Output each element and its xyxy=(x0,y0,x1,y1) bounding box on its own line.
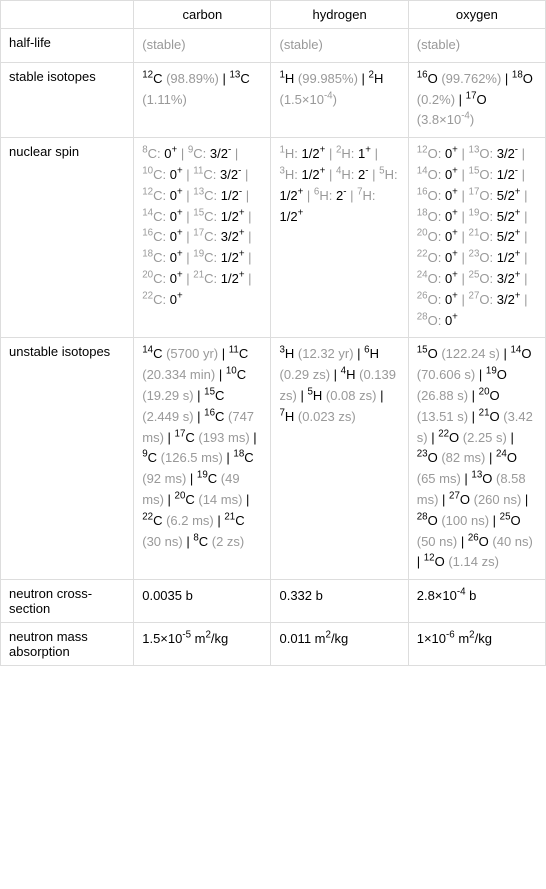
row-label-halflife: half-life xyxy=(1,29,134,63)
cell-nuclear-spin-oxygen: 12O: 0+ | 13O: 3/2- | 14O: 0+ | 15O: 1/2… xyxy=(408,138,545,338)
cell-neutron-mass-absorption-carbon: 1.5×10-5 m2/kg xyxy=(134,623,271,666)
cell-neutron-mass-absorption-hydrogen: 0.011 m2/kg xyxy=(271,623,408,666)
table-header-row: carbon hydrogen oxygen xyxy=(1,1,546,29)
table-row: neutron mass absorption 1.5×10-5 m2/kg 0… xyxy=(1,623,546,666)
cell-neutron-mass-absorption-oxygen: 1×10-6 m2/kg xyxy=(408,623,545,666)
cell-halflife-carbon: (stable) xyxy=(134,29,271,63)
cell-unstable-isotopes-hydrogen: 3H (12.32 yr) | 6H (0.29 zs) | 4H (0.139… xyxy=(271,338,408,580)
table-row: stable isotopes 12C (98.89%) | 13C (1.11… xyxy=(1,62,546,137)
cell-halflife-oxygen: (stable) xyxy=(408,29,545,63)
header-empty xyxy=(1,1,134,29)
row-label-stable-isotopes: stable isotopes xyxy=(1,62,134,137)
table-row: neutron cross-section 0.0035 b 0.332 b 2… xyxy=(1,580,546,623)
row-label-unstable-isotopes: unstable isotopes xyxy=(1,338,134,580)
table-row: half-life (stable) (stable) (stable) xyxy=(1,29,546,63)
row-label-neutron-cross-section: neutron cross-section xyxy=(1,580,134,623)
row-label-neutron-mass-absorption: neutron mass absorption xyxy=(1,623,134,666)
header-carbon: carbon xyxy=(134,1,271,29)
cell-stable-isotopes-hydrogen: 1H (99.985%) | 2H (1.5×10-4) xyxy=(271,62,408,137)
header-oxygen: oxygen xyxy=(408,1,545,29)
cell-neutron-cross-section-hydrogen: 0.332 b xyxy=(271,580,408,623)
cell-stable-isotopes-oxygen: 16O (99.762%) | 18O (0.2%) | 17O (3.8×10… xyxy=(408,62,545,137)
cell-neutron-cross-section-carbon: 0.0035 b xyxy=(134,580,271,623)
cell-halflife-hydrogen: (stable) xyxy=(271,29,408,63)
cell-neutron-cross-section-oxygen: 2.8×10-4 b xyxy=(408,580,545,623)
cell-unstable-isotopes-carbon: 14C (5700 yr) | 11C (20.334 min) | 10C (… xyxy=(134,338,271,580)
cell-stable-isotopes-carbon: 12C (98.89%) | 13C (1.11%) xyxy=(134,62,271,137)
header-hydrogen: hydrogen xyxy=(271,1,408,29)
row-label-nuclear-spin: nuclear spin xyxy=(1,138,134,338)
table-row: nuclear spin 8C: 0+ | 9C: 3/2- | 10C: 0+… xyxy=(1,138,546,338)
table-row: unstable isotopes 14C (5700 yr) | 11C (2… xyxy=(1,338,546,580)
cell-nuclear-spin-hydrogen: 1H: 1/2+ | 2H: 1+ | 3H: 1/2+ | 4H: 2- | … xyxy=(271,138,408,338)
element-properties-table: carbon hydrogen oxygen half-life (stable… xyxy=(0,0,546,666)
cell-nuclear-spin-carbon: 8C: 0+ | 9C: 3/2- | 10C: 0+ | 11C: 3/2- … xyxy=(134,138,271,338)
cell-unstable-isotopes-oxygen: 15O (122.24 s) | 14O (70.606 s) | 19O (2… xyxy=(408,338,545,580)
